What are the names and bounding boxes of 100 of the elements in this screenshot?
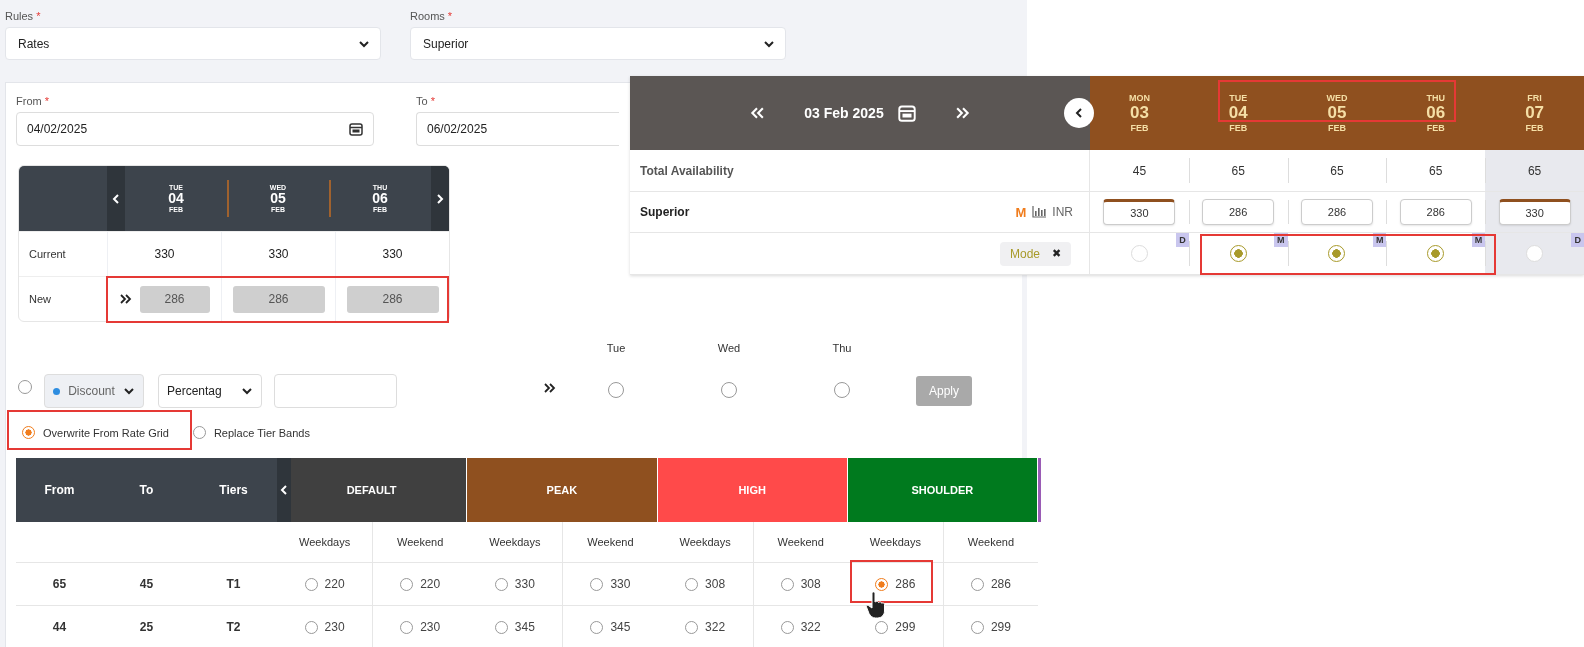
- double-chevron-icon[interactable]: [119, 293, 132, 305]
- column-header: To: [139, 483, 154, 497]
- day-text: 07: [1525, 103, 1545, 123]
- availability-value: 65: [1231, 163, 1245, 178]
- mode-option[interactable]: Replace Tier Bands: [186, 420, 318, 445]
- day-label: Tue: [606, 342, 626, 354]
- value-field[interactable]: [274, 374, 397, 408]
- radio-button[interactable]: [18, 380, 32, 394]
- band-header: PEAK: [467, 458, 658, 522]
- rate-value: 330: [382, 247, 403, 261]
- date-field[interactable]: 06/02/2025: [416, 112, 619, 146]
- rate-field[interactable]: 286: [1202, 199, 1275, 225]
- field-label: Rules *: [5, 10, 41, 22]
- date-field[interactable]: 04/02/2025: [16, 112, 374, 146]
- bar-chart-icon[interactable]: [1032, 206, 1047, 218]
- column-header: Weekend: [397, 536, 444, 548]
- field-label: From *: [16, 95, 49, 107]
- radio-button[interactable]: [608, 382, 624, 398]
- day-text: 04: [168, 190, 184, 207]
- row-label: New: [29, 293, 51, 305]
- column-header: Weekdays: [489, 536, 541, 548]
- status-dot: [53, 387, 60, 395]
- column-header: Weekdays: [299, 536, 351, 548]
- radio-button[interactable]: [1229, 245, 1247, 262]
- radio-button[interactable]: [1427, 245, 1445, 262]
- rate-option[interactable]: 230: [304, 620, 345, 634]
- rate-option[interactable]: 286: [970, 577, 1011, 591]
- rate-option[interactable]: 286: [875, 577, 916, 591]
- rate-option[interactable]: 308: [780, 577, 821, 591]
- chevron-icon: [241, 385, 253, 397]
- rate-option[interactable]: 220: [304, 577, 345, 591]
- mode-option[interactable]: Overwrite From Rate Grid: [16, 420, 177, 445]
- table-cell: T2: [226, 620, 241, 634]
- column-header: Weekend: [967, 536, 1015, 548]
- calendar-icon[interactable]: [349, 122, 363, 136]
- weekday-text: WED: [1326, 92, 1348, 103]
- rate-option[interactable]: 345: [494, 620, 535, 634]
- rate-field[interactable]: 286: [346, 285, 439, 313]
- rate-option[interactable]: 330: [494, 577, 535, 591]
- rate-value: 330: [154, 247, 175, 261]
- weekday-text: MON: [1128, 92, 1150, 103]
- column-header: Weekdays: [869, 536, 921, 548]
- rate-field[interactable]: 330: [1498, 199, 1571, 225]
- rate-option[interactable]: 220: [400, 577, 441, 591]
- rate-field[interactable]: 286: [232, 285, 325, 313]
- double-chevron-icon[interactable]: [544, 382, 556, 394]
- radio-button[interactable]: [721, 382, 737, 398]
- weekday-text: THU: [1426, 92, 1446, 103]
- rate-value: 330: [268, 247, 289, 261]
- column-header: Tiers: [219, 483, 248, 497]
- next-button[interactable]: [431, 166, 449, 231]
- column-header: From: [44, 483, 75, 497]
- rate-field[interactable]: 286: [139, 285, 210, 313]
- chevron-icon: [278, 484, 290, 496]
- rate-option[interactable]: 345: [590, 620, 631, 634]
- rate-option[interactable]: 322: [780, 620, 821, 634]
- room-name: Superior: [640, 205, 690, 219]
- table-cell: T1: [226, 577, 241, 591]
- rate-option[interactable]: 299: [970, 620, 1011, 634]
- radio-button[interactable]: [192, 426, 206, 439]
- date-title: 03 Feb 2025: [804, 105, 884, 121]
- mode-chip[interactable]: Mode ✖: [999, 241, 1071, 266]
- type-select[interactable]: Discount: [44, 374, 144, 408]
- chevron-icon: [1073, 107, 1085, 119]
- mode-badge: D: [1571, 233, 1584, 247]
- row-label: Current: [29, 248, 66, 260]
- month-text: FEB: [1426, 123, 1445, 134]
- rate-option[interactable]: 299: [875, 620, 916, 634]
- month-text: FEB: [1130, 123, 1149, 134]
- rooms-select[interactable]: Superior: [410, 27, 786, 60]
- rate-field[interactable]: 286: [1399, 199, 1472, 225]
- field-label: To *: [416, 95, 435, 107]
- rate-option[interactable]: 230: [400, 620, 441, 634]
- rules-select[interactable]: Rates: [5, 27, 381, 60]
- mode-badge: D: [1176, 233, 1189, 247]
- weekday-text: FRI: [1527, 92, 1542, 103]
- rate-field[interactable]: 286: [1301, 199, 1373, 225]
- field-label: Rooms *: [410, 10, 453, 22]
- column-header: Weekend: [777, 536, 824, 548]
- day-label: Thu: [832, 342, 852, 354]
- day-text: 05: [1327, 103, 1347, 123]
- day-text: 04: [1228, 103, 1248, 123]
- band-header: SHOULDER: [847, 458, 1038, 522]
- day-text: 05: [270, 190, 286, 207]
- band-header: HIGH: [657, 458, 848, 522]
- prev-button[interactable]: [277, 458, 291, 522]
- availability-value: 65: [1330, 163, 1344, 178]
- radio-button[interactable]: [834, 382, 850, 398]
- weekday-text: TUE: [1229, 92, 1248, 103]
- radio-button[interactable]: [1328, 245, 1346, 262]
- radio-button[interactable]: [22, 426, 35, 439]
- table-cell: 45: [139, 577, 154, 591]
- table-cell: 25: [139, 620, 154, 634]
- day-label: Wed: [717, 342, 741, 354]
- rate-option[interactable]: 308: [685, 577, 726, 591]
- rate-field[interactable]: 330: [1103, 199, 1176, 225]
- month-text: FEB: [1328, 123, 1346, 134]
- rate-option[interactable]: 330: [590, 577, 631, 591]
- method-select[interactable]: Percentag: [158, 374, 262, 408]
- rate-option[interactable]: 322: [685, 620, 726, 634]
